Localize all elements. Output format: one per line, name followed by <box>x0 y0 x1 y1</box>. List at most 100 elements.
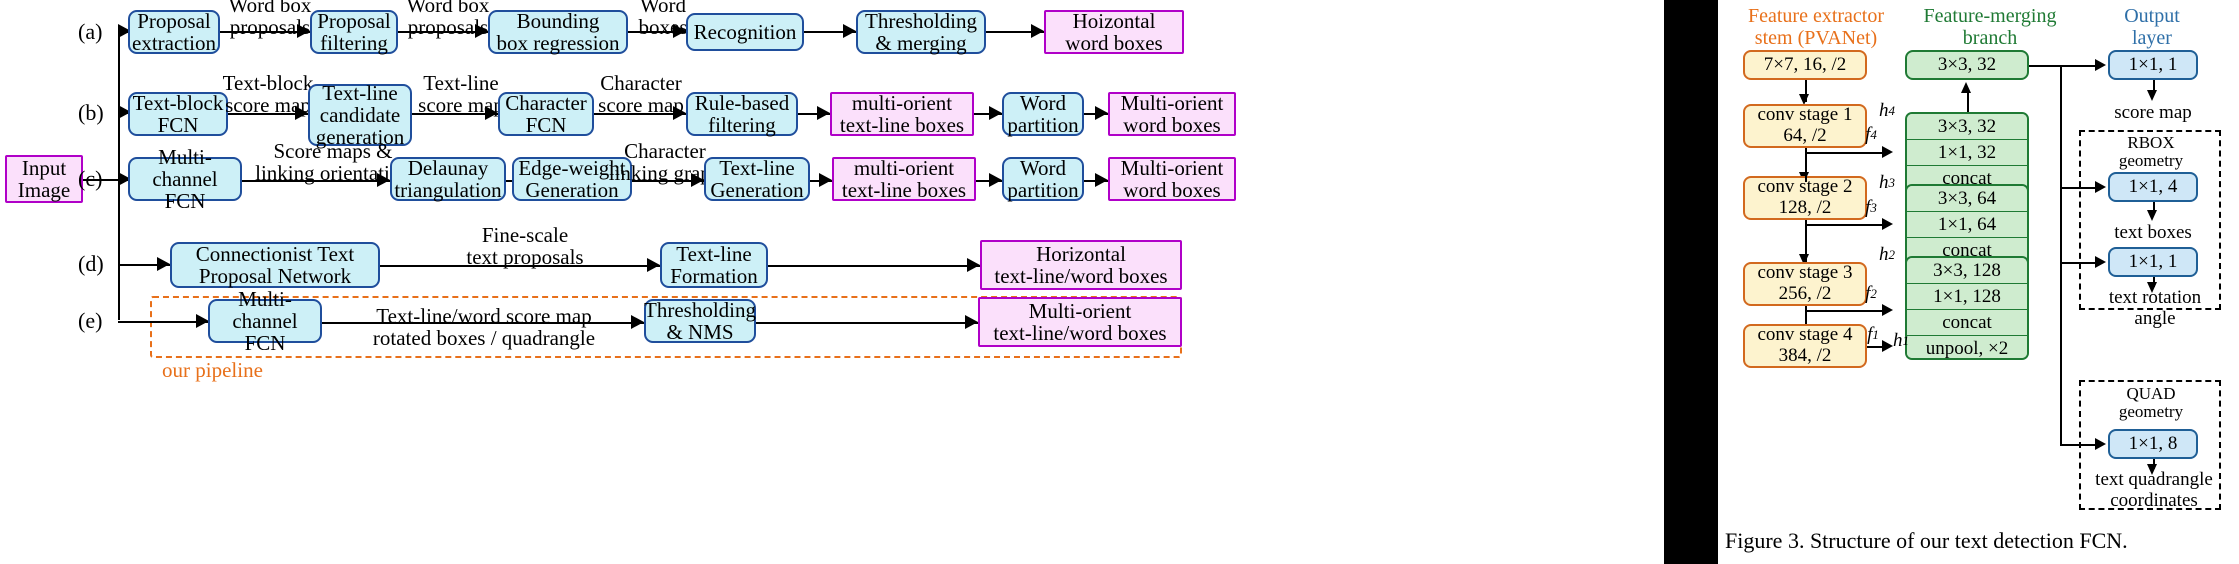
rbox-geometry-label: RBOX geometry <box>2118 132 2184 170</box>
output-edge-0 <box>2060 65 2098 67</box>
output-edge-1-arrow <box>2095 181 2106 193</box>
edge-e1 <box>322 322 644 324</box>
edge-d1 <box>380 265 660 267</box>
node-label: Delaunay triangulation <box>394 155 502 202</box>
merge-column-title: Feature-merging branch <box>1923 5 2057 49</box>
node-label: Proposal extraction <box>132 8 216 55</box>
merge-top-edge <box>1967 92 1969 112</box>
node-label: Bounding box regression <box>496 8 620 55</box>
f4-arrow <box>1882 146 1893 158</box>
node-label: Proposal filtering <box>317 8 391 55</box>
stack-row: 1×1, 128 <box>1907 284 2027 310</box>
output-node-rotation-angle: 1×1, 1 <box>2108 247 2198 277</box>
edge-b6-arrow <box>1095 106 1108 120</box>
node-label: Multi-channel FCN <box>152 144 218 214</box>
node-rule-based-filtering: Rule-based filtering <box>686 92 798 136</box>
edge-d2-arrow <box>967 258 980 272</box>
node-character-fcn: Character FCN <box>498 92 594 136</box>
output-node-1-drop-arrow <box>2147 210 2157 221</box>
node-thresholding-nms: Thresholding & NMS <box>644 299 756 343</box>
node-connectionist-text-proposal-network: Connectionist Text Proposal Network <box>170 242 380 288</box>
edge-e1-arrow <box>631 315 644 329</box>
node-label: Text-block FCN <box>132 90 224 137</box>
node-text-line-generation: Text-line Generation <box>704 157 810 201</box>
output-edge-2 <box>2060 262 2098 264</box>
stack-row: 3×3, 32 <box>1907 114 2027 140</box>
quad-geometry-label: QUAD geometry <box>2118 383 2184 421</box>
node-multi-orient-text-line-boxes-b: multi-orient text-line boxes <box>830 92 974 136</box>
node-label: Thresholding & NMS <box>644 297 756 344</box>
edge-c1-arrow <box>377 173 390 187</box>
node-multi-orient-word-boxes-b: Multi-orient word boxes <box>1108 92 1236 136</box>
our-pipeline-label: our pipeline <box>162 358 263 382</box>
edge-c5-arrow <box>989 173 1002 187</box>
edge-a1-arrow <box>297 24 310 38</box>
node-multi-channel-fcn-e: Multi-channel FCN <box>208 288 322 354</box>
output-edge-1 <box>2060 187 2098 189</box>
figure-caption: Figure 3. Structure of our text detectio… <box>1725 528 2128 553</box>
stack-row: 1×1, 64 <box>1907 212 2027 238</box>
h2-label: h2 <box>1879 243 1895 265</box>
edge-c6-arrow <box>1095 173 1108 187</box>
node-proposal-extraction: Proposal extraction <box>128 10 220 54</box>
output-edge-0-arrow <box>2095 59 2106 71</box>
node-label: Multi-orient word boxes <box>1120 155 1224 202</box>
edge-b1-arrow <box>295 106 308 120</box>
row-tag-e: (e) <box>78 308 103 333</box>
node-label: Character FCN <box>505 90 587 137</box>
node-label: Text-line Formation <box>670 241 758 288</box>
edge-a5-arrow <box>1031 24 1044 38</box>
edge-d1-arrow <box>647 258 660 272</box>
output-column-title: Output layer <box>2124 5 2180 49</box>
f3-label: f3 <box>1865 196 1877 218</box>
node-label: Word partition <box>1007 155 1079 202</box>
node-horizontal-word-boxes: Hoizontal word boxes <box>1044 10 1184 54</box>
node-label: multi-orient text-line boxes <box>839 90 965 137</box>
node-label: Multi-orient word boxes <box>1120 90 1224 137</box>
f4-label: f4 <box>1865 123 1877 145</box>
output-node-text-boxes: 1×1, 4 <box>2108 172 2198 202</box>
node-recognition: Recognition <box>686 13 804 51</box>
node-multi-orient-text-line-word-boxes: Multi-orient text-line/word boxes <box>978 297 1182 347</box>
node-multi-orient-word-boxes-c: Multi-orient word boxes <box>1108 157 1236 201</box>
node-thresholding-merging: Thresholding & merging <box>856 10 986 54</box>
node-label: Connectionist Text Proposal Network <box>195 241 355 288</box>
input-image-label: Input Image <box>17 155 71 202</box>
node-proposal-filtering: Proposal filtering <box>310 10 398 54</box>
node-word-partition-c: Word partition <box>1002 157 1084 201</box>
node-label: Rule-based filtering <box>694 90 790 137</box>
f2-line <box>1805 310 1887 312</box>
output-caption-score-map: score map <box>2114 101 2192 123</box>
edge-d2 <box>768 265 980 267</box>
stem-column-title: Feature extractor stem (PVANet) <box>1747 5 1885 49</box>
edge-c3-arrow <box>691 173 704 187</box>
output-node-score-map: 1×1, 1 <box>2108 50 2198 80</box>
figure-canvas: Input Image (a) Proposal extraction Word… <box>0 0 2239 564</box>
edge-c1 <box>242 180 390 182</box>
f2-arrow <box>1882 304 1893 316</box>
node-text-line-formation: Text-line Formation <box>660 242 768 288</box>
input-image-node: Input Image <box>5 155 83 203</box>
edge-a2-arrow <box>475 24 488 38</box>
row-tag-a: (a) <box>78 19 103 44</box>
stack-row: 3×3, 128 <box>1907 258 2027 284</box>
node-multi-orient-text-line-boxes-c: multi-orient text-line boxes <box>832 157 976 201</box>
output-edge-3-arrow <box>2095 438 2106 450</box>
f3-arrow <box>1882 218 1893 230</box>
edge-a4-arrow <box>843 24 856 38</box>
node-bounding-box-regression: Bounding box regression <box>488 10 628 54</box>
node-label: Recognition <box>693 19 797 44</box>
h1-label: h1 <box>1893 329 1909 351</box>
stem-node-1: conv stage 1 64, /2 <box>1743 104 1867 148</box>
edge-e2 <box>756 322 978 324</box>
node-label: multi-orient text-line boxes <box>841 155 967 202</box>
stack-row: 3×3, 64 <box>1907 186 2027 212</box>
edge-b2-arrow <box>485 106 498 120</box>
node-label: Thresholding & merging <box>865 8 977 55</box>
node-text-line-candidate-generation: Text-line candidate generation <box>308 82 412 148</box>
h4-label: h4 <box>1879 99 1895 121</box>
row-tag-c: (c) <box>78 166 103 191</box>
output-caption-rotation-angle: text rotation angle <box>2108 287 2202 329</box>
node-label: Word partition <box>1007 90 1079 137</box>
row-tag-d: (d) <box>78 251 104 276</box>
